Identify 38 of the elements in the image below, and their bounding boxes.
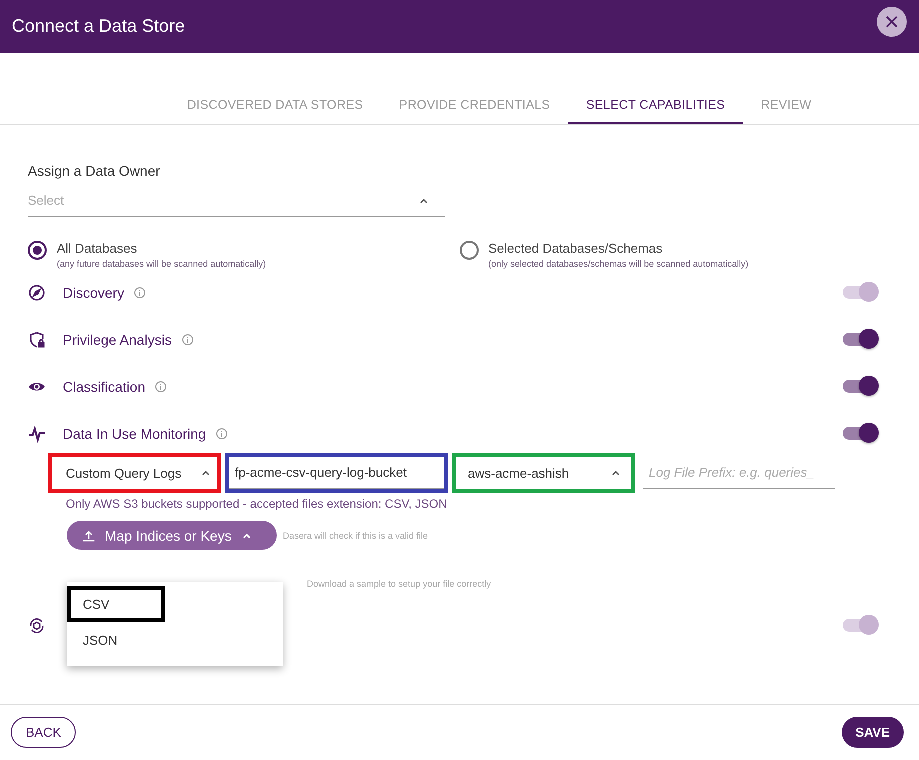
upload-icon: [83, 530, 95, 542]
capability-label: Discovery: [63, 284, 124, 300]
capability-label: Privilege Analysis: [63, 332, 172, 348]
capability-label: Data In Use Monitoring: [63, 426, 206, 442]
dialog-title: Connect a Data Store: [12, 16, 186, 37]
caret-icon: [611, 470, 621, 476]
scope-note: (only selected databases/schemas will be scanned automatically): [488, 259, 749, 269]
owner-label: Assign a Data Owner: [28, 163, 162, 179]
hint-text: Dasera will check if this is a valid file: [283, 530, 428, 540]
select-field[interactable]: aws-acme-ashish: [456, 457, 631, 489]
capability-label: Classification: [63, 378, 146, 394]
scope-label: Selected Databases/Schemas: [488, 241, 664, 256]
select-field[interactable]: Custom Query Logs: [52, 457, 217, 489]
hint-text: Download a sample to setup your file correctly: [307, 579, 492, 589]
scope-note: (any future databases will be scanned automatically): [57, 259, 266, 269]
radio-button[interactable]: [460, 241, 478, 260]
menu-item[interactable]: JSON: [67, 622, 165, 658]
scope-label: All Databases: [57, 241, 138, 256]
gear-cycle-icon: [28, 616, 46, 634]
caret-icon: [419, 198, 429, 204]
close-button[interactable]: [877, 6, 907, 36]
step-tab[interactable]: SELECT CAPABILITIES: [568, 88, 744, 124]
map-keys-button[interactable]: Map Indices or Keys: [67, 521, 277, 550]
info-icon[interactable]: [182, 334, 194, 346]
compass-icon: [28, 284, 46, 302]
help-text: Only AWS S3 buckets supported - accepted files extension: CSV, JSON: [65, 497, 448, 511]
save-button[interactable]: SAVE: [842, 717, 904, 748]
pulse-icon: [28, 424, 46, 442]
caret-icon: [242, 532, 252, 538]
menu-item[interactable]: CSV: [67, 586, 165, 622]
input-field[interactable]: Log File Prefix: e.g. queries_: [643, 457, 835, 489]
caret-icon: [201, 470, 211, 476]
shield-lock-icon: [28, 330, 46, 348]
close-icon: [885, 14, 899, 28]
radio-button[interactable]: [28, 241, 47, 260]
back-button[interactable]: BACK: [11, 717, 76, 748]
info-icon[interactable]: [216, 428, 228, 440]
info-icon[interactable]: [155, 380, 168, 392]
